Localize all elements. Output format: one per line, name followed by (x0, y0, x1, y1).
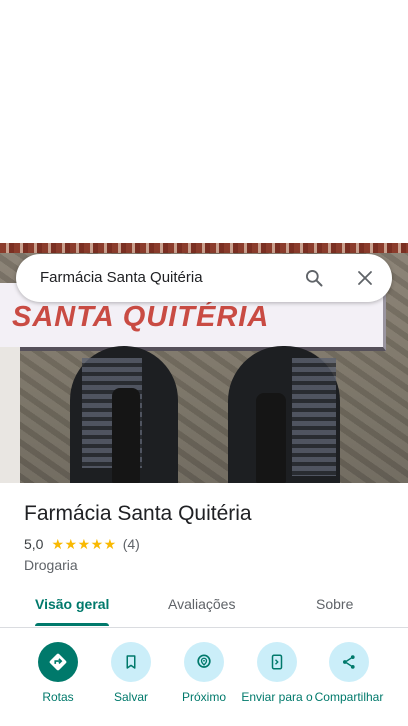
rating-value: 5,0 (24, 536, 44, 552)
share-button[interactable]: Compartilhar (313, 642, 385, 705)
star-rating-icon: ★★★★★ (51, 535, 117, 552)
rating-row[interactable]: 5,0 ★★★★★ (4) (24, 535, 140, 553)
save-label: Salvar (113, 690, 148, 704)
roof-tiles (0, 243, 408, 253)
tab-about[interactable]: Sobre (316, 596, 353, 612)
save-button[interactable]: Salvar (95, 642, 167, 705)
active-tab-indicator (35, 623, 109, 626)
close-icon[interactable] (349, 262, 381, 294)
search-bar[interactable]: Farmácia Santa Quitéria (16, 254, 392, 302)
nearby-icon[interactable] (184, 642, 224, 682)
tab-bar: Visão geral Avaliações Sobre (0, 584, 408, 628)
person-figure (256, 393, 286, 483)
action-bar: Rotas Salvar Próximo Enviar para o Compa… (0, 642, 408, 726)
map-area (0, 0, 408, 243)
share-icon[interactable] (329, 642, 369, 682)
wall-panel (0, 347, 20, 483)
nearby-label: Próximo (181, 690, 226, 704)
shelf (292, 358, 336, 476)
review-count[interactable]: (4) (123, 536, 140, 552)
tab-reviews[interactable]: Avaliações (168, 596, 235, 612)
send-to-phone-icon[interactable] (257, 642, 297, 682)
nearby-button[interactable]: Próximo (168, 642, 240, 705)
search-input[interactable]: Farmácia Santa Quitéria (40, 269, 203, 286)
directions-icon[interactable] (38, 642, 78, 682)
person-figure (112, 388, 140, 483)
place-category[interactable]: Drogaria (24, 557, 78, 573)
share-label: Compartilhar (314, 690, 384, 704)
search-icon[interactable] (298, 262, 330, 294)
tab-overview[interactable]: Visão geral (35, 596, 109, 612)
send-to-phone-label: Enviar para o (241, 690, 313, 704)
store-sign-text: SANTA QUITÉRIA (12, 301, 270, 333)
send-to-phone-button[interactable]: Enviar para o (241, 642, 313, 705)
place-title: Farmácia Santa Quitéria (24, 502, 252, 525)
directions-button[interactable]: Rotas (22, 642, 94, 705)
bookmark-icon[interactable] (111, 642, 151, 682)
directions-label: Rotas (42, 690, 74, 704)
